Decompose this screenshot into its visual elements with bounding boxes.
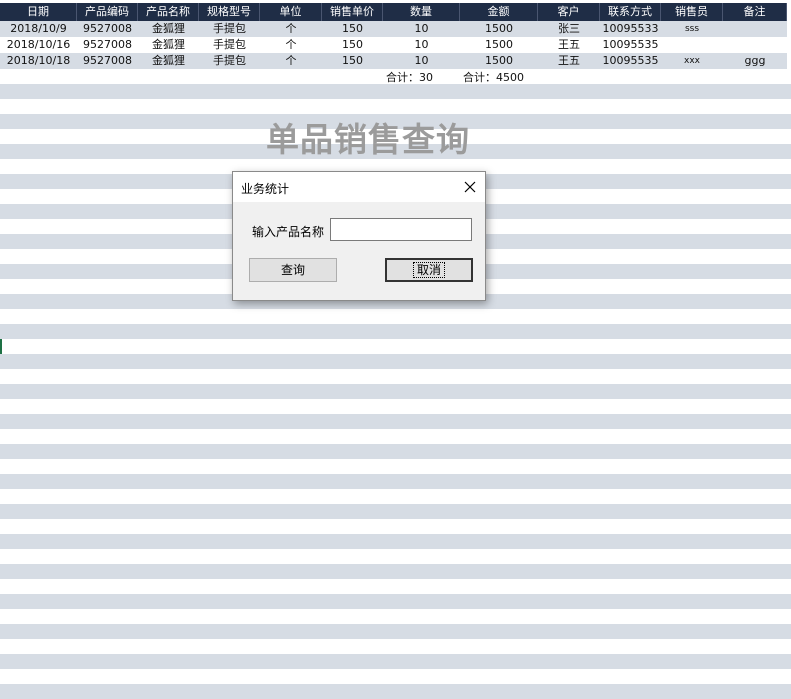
sheet-row-band <box>0 84 791 99</box>
cell-unit-price[interactable]: 150 <box>322 21 383 37</box>
header-product-code[interactable]: 产品编码 <box>77 3 138 21</box>
header-contact[interactable]: 联系方式 <box>600 3 661 21</box>
sheet-row-band <box>0 669 791 684</box>
header-salesperson[interactable]: 销售员 <box>661 3 723 21</box>
cell-product-code[interactable]: 9527008 <box>77 37 138 53</box>
cell-spec[interactable]: 手提包 <box>199 53 260 69</box>
close-icon[interactable] <box>461 178 479 196</box>
sheet-row-band <box>0 324 791 339</box>
cell-salesperson[interactable] <box>661 37 723 53</box>
sheet-row-band <box>0 339 791 354</box>
sheet-row-band <box>0 609 791 624</box>
sheet-row-band <box>0 414 791 429</box>
header-quantity[interactable]: 数量 <box>383 3 460 21</box>
cell-product-name[interactable]: 金狐狸 <box>138 53 199 69</box>
cell-amount[interactable]: 1500 <box>460 37 538 53</box>
cancel-button-label: 取消 <box>412 262 445 278</box>
sheet-row-band <box>0 564 791 579</box>
spreadsheet: 日期 产品编码 产品名称 规格型号 单位 销售单价 数量 金额 客户 联系方式 … <box>0 0 791 699</box>
sheet-row-band <box>0 534 791 549</box>
header-product-name[interactable]: 产品名称 <box>138 3 199 21</box>
cell-contact[interactable]: 10095533 <box>600 21 661 37</box>
sheet-row-band <box>0 354 791 369</box>
sheet-row-band <box>0 369 791 384</box>
cell-date[interactable]: 2018/10/9 <box>0 21 77 37</box>
sheet-row-band <box>0 624 791 639</box>
cell-quantity[interactable]: 10 <box>383 53 460 69</box>
close-icon-glyph <box>464 181 476 193</box>
header-customer[interactable]: 客户 <box>538 3 600 21</box>
table-row: 2018/10/9 9527008 金狐狸 手提包个 150 10 1500 张三 100955… <box>0 21 787 37</box>
cell-remark[interactable] <box>723 21 787 37</box>
cell-unit[interactable]: 个 <box>260 53 322 69</box>
cell-spec[interactable]: 手提包 <box>199 37 260 53</box>
sheet-row-band <box>0 309 791 324</box>
cell-contact[interactable]: 10095535 <box>600 37 661 53</box>
header-unit-price[interactable]: 销售单价 <box>322 3 383 21</box>
table-row: 2018/10/16 9527008 金狐狸 手提包个 150 10 1500 王五 10095… <box>0 37 787 53</box>
header-amount[interactable]: 金额 <box>460 3 538 21</box>
product-name-label: 输入产品名称 <box>252 225 325 239</box>
sheet-row-band <box>0 579 791 594</box>
dialog-title: 业务统计 <box>241 182 290 196</box>
header-remark[interactable]: 备注 <box>723 3 787 21</box>
cell-salesperson[interactable]: sss <box>661 21 723 37</box>
sheet-row-band <box>0 639 791 654</box>
query-button[interactable]: 查询 <box>249 258 337 282</box>
business-stats-dialog: 业务统计 输入产品名称 查询 取消 <box>232 171 486 301</box>
total-quantity[interactable]: 合计：30 <box>386 70 433 86</box>
sheet-row-band <box>0 384 791 399</box>
cell-unit-price[interactable]: 150 <box>322 37 383 53</box>
sheet-row-band <box>0 474 791 489</box>
cell-date[interactable]: 2018/10/16 <box>0 37 77 53</box>
page-title: 单品销售查询 <box>266 120 470 159</box>
cell-amount[interactable]: 1500 <box>460 21 538 37</box>
row-indicator <box>0 339 2 354</box>
sheet-row-band <box>0 549 791 564</box>
cell-remark[interactable] <box>723 37 787 53</box>
sheet-row-band <box>0 519 791 534</box>
totals-row: 合计：30 合计：4500 <box>0 70 787 86</box>
cell-unit[interactable]: 个 <box>260 37 322 53</box>
cell-customer[interactable]: 王五 <box>538 37 600 53</box>
cancel-button[interactable]: 取消 <box>385 258 473 282</box>
header-unit[interactable]: 单位 <box>260 3 322 21</box>
sheet-row-band <box>0 99 791 114</box>
cell-amount[interactable]: 1500 <box>460 53 538 69</box>
cell-product-code[interactable]: 9527008 <box>77 21 138 37</box>
sheet-row-band <box>0 459 791 474</box>
sheet-row-band <box>0 429 791 444</box>
header-date[interactable]: 日期 <box>0 3 77 21</box>
header-spec[interactable]: 规格型号 <box>199 3 260 21</box>
sheet-row-band <box>0 504 791 519</box>
sheet-row-band <box>0 489 791 504</box>
sheet-row-band <box>0 654 791 669</box>
cell-spec[interactable]: 手提包 <box>199 21 260 37</box>
table-row: 2018/10/18 9527008 金狐狸 手提包个 150 10 1500 王五 10095… <box>0 53 787 69</box>
product-name-input[interactable] <box>330 218 472 241</box>
cell-unit[interactable]: 个 <box>260 21 322 37</box>
cell-customer[interactable]: 王五 <box>538 53 600 69</box>
cell-date[interactable]: 2018/10/18 <box>0 53 77 69</box>
cell-contact[interactable]: 10095535 <box>600 53 661 69</box>
cell-unit-price[interactable]: 150 <box>322 53 383 69</box>
cell-remark[interactable]: ggg <box>723 53 787 69</box>
sheet-row-band <box>0 444 791 459</box>
cell-quantity[interactable]: 10 <box>383 37 460 53</box>
total-amount[interactable]: 合计：4500 <box>463 70 524 86</box>
dialog-titlebar[interactable]: 业务统计 <box>233 172 485 202</box>
cell-product-name[interactable]: 金狐狸 <box>138 37 199 53</box>
sheet-row-band <box>0 399 791 414</box>
cell-quantity[interactable]: 10 <box>383 21 460 37</box>
cell-product-name[interactable]: 金狐狸 <box>138 21 199 37</box>
cell-customer[interactable]: 张三 <box>538 21 600 37</box>
sheet-row-band <box>0 684 791 699</box>
cell-salesperson[interactable]: xxx <box>661 53 723 69</box>
table-header: 日期 产品编码 产品名称 规格型号 单位 销售单价 数量 金额 客户 联系方式 … <box>0 3 787 21</box>
sheet-row-band <box>0 594 791 609</box>
cell-product-code[interactable]: 9527008 <box>77 53 138 69</box>
